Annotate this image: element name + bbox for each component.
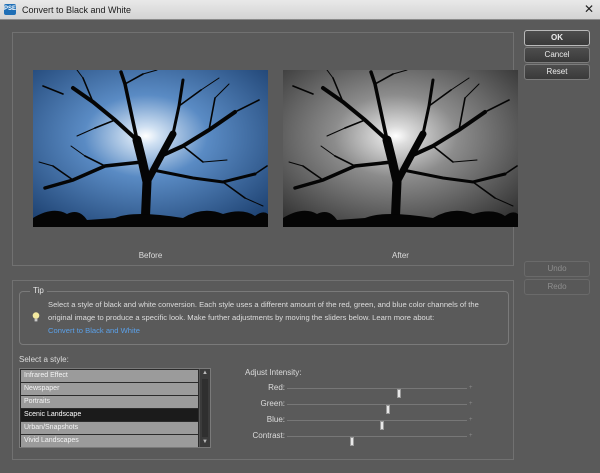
contrast-slider-track[interactable] — [287, 436, 467, 446]
adjust-intensity-label: Adjust Intensity: — [245, 368, 302, 377]
cancel-button[interactable]: Cancel — [524, 47, 590, 63]
style-item-newspaper[interactable]: Newspaper — [21, 383, 198, 395]
minus-icon: - — [282, 385, 284, 391]
style-item-infrared-effect[interactable]: Infrared Effect — [21, 370, 198, 382]
plus-icon: + — [469, 433, 473, 439]
app-icon: PSE — [4, 4, 16, 15]
lightbulb-icon — [32, 312, 40, 322]
tip-description: Select a style of black and white conver… — [48, 300, 479, 322]
style-list[interactable]: Infrared Effect Newspaper Portraits Scen… — [19, 368, 211, 448]
minus-icon: - — [282, 417, 284, 423]
green-slider-row: Green: - + — [245, 399, 481, 414]
style-item-vivid-landscapes[interactable]: Vivid Landscapes — [21, 435, 198, 447]
before-caption: Before — [138, 251, 163, 260]
scroll-up-arrow-icon[interactable]: ▲ — [200, 369, 210, 378]
blue-slider-track[interactable] — [287, 420, 467, 430]
contrast-slider-label: Contrast: — [252, 431, 285, 440]
blue-slider-row: Blue: - + — [245, 415, 481, 430]
minus-icon: - — [282, 401, 284, 407]
window-title: Convert to Black and White — [22, 5, 132, 15]
green-slider-track[interactable] — [287, 404, 467, 414]
plus-icon: + — [469, 401, 473, 407]
ok-button[interactable]: OK — [524, 30, 590, 46]
tip-text-block: Select a style of black and white conver… — [48, 298, 500, 337]
contrast-slider-row: Contrast: - + — [245, 431, 481, 446]
title-bar: PSE Convert to Black and White ✕ — [0, 0, 600, 20]
plus-icon: + — [469, 385, 473, 391]
reset-button[interactable]: Reset — [524, 64, 590, 80]
style-item-scenic-landscape[interactable]: Scenic Landscape — [21, 409, 198, 421]
settings-panel: Tip Select a style of black and white co… — [12, 280, 514, 460]
contrast-slider-thumb[interactable] — [349, 437, 354, 446]
style-list-scrollbar[interactable]: ▲ ▼ — [199, 369, 210, 447]
dialog-body: Before After OK Cancel Reset Undo Redo T… — [0, 20, 600, 473]
after-caption: After — [392, 251, 409, 260]
red-slider-track[interactable] — [287, 388, 467, 398]
blue-slider-thumb[interactable] — [380, 421, 385, 430]
close-icon[interactable]: ✕ — [584, 2, 594, 16]
tip-heading: Tip — [30, 286, 47, 295]
scroll-down-arrow-icon[interactable]: ▼ — [200, 438, 210, 447]
red-slider-row: Red: - + — [245, 383, 481, 398]
style-item-portraits[interactable]: Portraits — [21, 396, 198, 408]
style-item-urban-snapshots[interactable]: Urban/Snapshots — [21, 422, 198, 434]
plus-icon: + — [469, 417, 473, 423]
redo-button[interactable]: Redo — [524, 279, 590, 295]
undo-button[interactable]: Undo — [524, 261, 590, 277]
tip-box: Tip Select a style of black and white co… — [19, 286, 509, 345]
minus-icon: - — [282, 433, 284, 439]
green-slider-thumb[interactable] — [385, 405, 390, 414]
learn-more-link[interactable]: Convert to Black and White — [48, 324, 500, 337]
after-preview-image — [283, 70, 518, 227]
style-list-label: Select a style: — [19, 355, 69, 364]
red-slider-thumb[interactable] — [396, 389, 401, 398]
scroll-track[interactable] — [202, 379, 208, 437]
before-preview-image — [33, 70, 268, 227]
preview-panel: Before After — [12, 32, 518, 266]
